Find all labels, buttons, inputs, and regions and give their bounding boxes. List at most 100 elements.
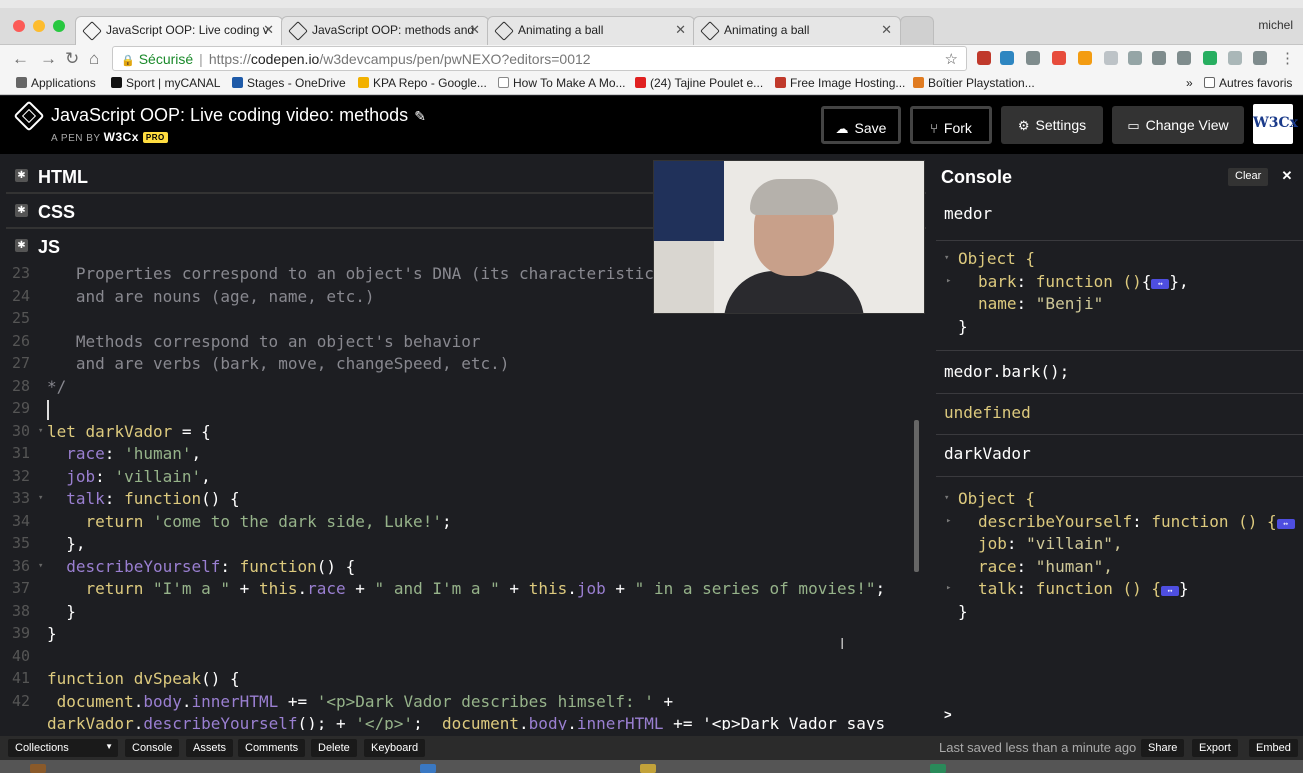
code-text: Methods correspond to an object's behavi… [47,331,481,351]
console-button[interactable]: Console [125,739,180,757]
avatar[interactable]: W3Cx [1253,104,1298,144]
browser-tab[interactable]: JavaScript OOP: methods and ✕ [281,16,489,45]
change-view-button[interactable]: ▭ Change View [1112,106,1244,144]
bookmark-youtube[interactable]: (24) Tajine Poulet e... [635,76,763,90]
pro-badge: PRO [142,132,168,143]
tab-close-icon[interactable]: ✕ [675,22,686,38]
pen-author[interactable]: W3Cx [104,130,139,144]
dock-app-icon[interactable] [30,764,46,773]
forward-arrow-icon[interactable]: → [40,49,57,69]
expand-arrow-icon[interactable]: ▸ [946,276,951,286]
extension-icon[interactable] [1078,51,1092,65]
fork-button[interactable]: ⑂ Fork [910,106,992,144]
delete-button[interactable]: Delete [311,739,357,757]
console-text: } [958,317,968,336]
expand-ellipsis-icon[interactable]: ↔ [1161,586,1180,596]
extension-icon[interactable] [977,51,991,65]
minimize-window-button[interactable] [33,20,45,32]
zoom-window-button[interactable] [53,20,65,32]
pen-title[interactable]: JavaScript OOP: Live coding video: metho… [51,105,426,126]
line-number: 38 [12,601,31,620]
bookmark-label: Stages - OneDrive [247,76,346,90]
code-text: let darkVador = { [47,421,211,441]
collections-dropdown[interactable]: Collections ▼ [8,739,118,757]
tab-close-icon[interactable]: ✕ [263,22,274,38]
settings-button[interactable]: ⚙ Settings [1001,106,1103,144]
fold-arrow-icon[interactable]: ▾ [38,561,43,571]
profile-name[interactable]: michel [1258,18,1293,32]
bookmark-kpa-repo[interactable]: KPA Repo - Google... [358,76,487,90]
close-window-button[interactable] [13,20,25,32]
bookmarks-overflow-icon[interactable]: » [1186,76,1193,90]
console-prompt[interactable]: > [944,707,952,722]
gear-icon[interactable]: ✱ [15,204,28,217]
bookmark-image-hosting[interactable]: Free Image Hosting... [775,76,905,90]
extension-icon[interactable] [1228,51,1242,65]
url-scheme: https:// [208,51,251,67]
extension-icon[interactable] [1052,51,1066,65]
browser-tab[interactable]: Animating a ball ✕ [487,16,695,45]
expand-ellipsis-icon[interactable]: ↔ [1276,519,1295,529]
extension-icon[interactable] [1026,51,1040,65]
new-tab-button[interactable] [900,16,934,45]
extension-icon[interactable] [1253,51,1267,65]
expand-ellipsis-icon[interactable]: ↔ [1151,279,1170,289]
bookmark-mycanal[interactable]: Sport | myCANAL [111,76,220,90]
console-text: undefined [944,403,1031,422]
keyboard-button[interactable]: Keyboard [364,739,426,757]
save-button[interactable]: ☁ Save [821,106,901,144]
fold-arrow-icon[interactable]: ▾ [38,493,43,503]
back-arrow-icon[interactable]: ← [12,49,29,69]
prop-key: name [978,294,1017,313]
assets-button[interactable]: Assets [186,739,234,757]
console-header: Console Clear ✕ [936,160,1303,194]
bookmark-applications[interactable]: Applications [16,76,96,90]
collapse-arrow-icon[interactable]: ▾ [944,253,949,263]
browser-tab[interactable]: JavaScript OOP: Live coding v ✕ [75,16,283,46]
codepen-header: JavaScript OOP: Live coding video: metho… [0,96,1303,154]
dock-app-icon[interactable] [930,764,946,773]
browser-menu-icon[interactable]: ⋮ [1280,49,1295,67]
browser-toolbar: ← → ↻ ⌂ 🔒 Sécurisé | https://codepen.io/w3d… [0,45,1303,73]
address-bar[interactable]: 🔒 Sécurisé | https://codepen.io/w3devcampus… [112,46,967,71]
extension-icon[interactable] [1203,51,1217,65]
comments-button[interactable]: Comments [238,739,306,757]
dock-app-icon[interactable] [640,764,656,773]
expand-arrow-icon[interactable]: ▸ [946,516,951,526]
home-icon[interactable]: ⌂ [89,49,99,69]
codepen-logo-icon[interactable] [13,100,45,132]
gear-icon[interactable]: ✱ [15,169,28,182]
editor-scrollbar[interactable] [914,420,919,572]
collapse-arrow-icon[interactable]: ▾ [944,493,949,503]
gear-icon[interactable]: ✱ [15,239,28,252]
embed-button[interactable]: Embed [1249,739,1298,757]
bookmark-onedrive[interactable]: Stages - OneDrive [232,76,346,90]
tab-close-icon[interactable]: ✕ [881,22,892,38]
extension-icon[interactable] [1152,51,1166,65]
settings-label: Settings [1035,117,1087,133]
extension-icon[interactable] [1128,51,1142,65]
clear-button[interactable]: Clear [1228,168,1269,186]
js-code-area[interactable]: 23 Properties correspond to an object's … [6,264,914,730]
tab-close-icon[interactable]: ✕ [469,22,480,38]
expand-arrow-icon[interactable]: ▸ [946,583,951,593]
other-bookmarks[interactable]: Autres favoris [1204,76,1292,90]
export-button[interactable]: Export [1192,739,1238,757]
pencil-icon[interactable]: ✎ [414,108,426,124]
fold-arrow-icon[interactable]: ▾ [38,426,43,436]
dock-app-icon[interactable] [420,764,436,773]
extension-icon[interactable] [1104,51,1118,65]
bookmark-playstation[interactable]: Boîtier Playstation... [913,76,1035,90]
share-button[interactable]: Share [1141,739,1185,757]
browser-tab[interactable]: Animating a ball ✕ [693,16,901,45]
line-number: 33 [12,489,31,507]
reload-icon[interactable]: ↻ [65,49,79,69]
bookmark-star-icon[interactable]: ☆ [945,50,958,68]
code-text: }, [47,534,86,553]
bookmark-how-to[interactable]: How To Make A Mo... [498,76,626,90]
console-divider [936,350,1303,351]
console-text: medor [944,204,993,223]
close-icon[interactable]: ✕ [1278,168,1296,186]
extension-icon[interactable] [1000,51,1014,65]
cast-icon[interactable] [1177,51,1191,65]
